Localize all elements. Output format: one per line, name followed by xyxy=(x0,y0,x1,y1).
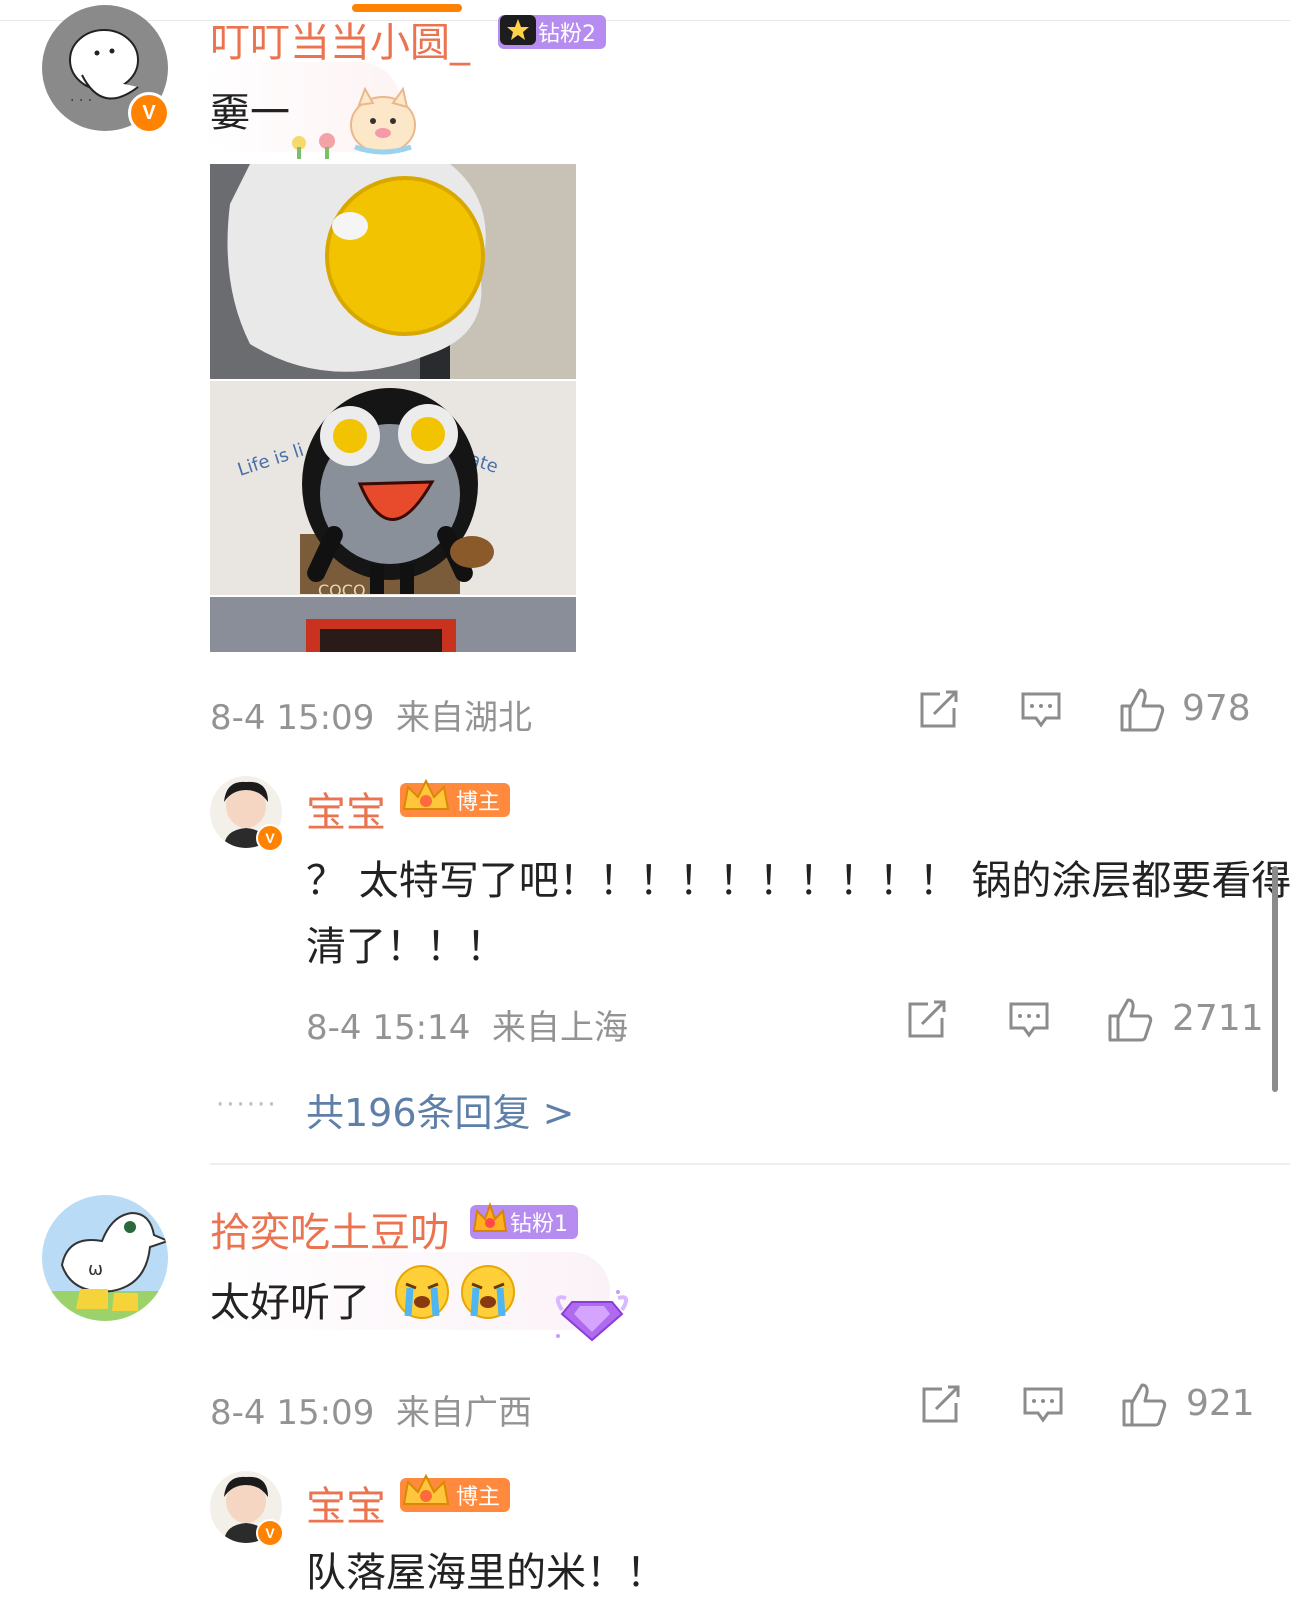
cat-sticker-icon xyxy=(292,86,416,159)
fan-badge: 钻粉1 xyxy=(470,1202,578,1239)
reply-username[interactable]: 宝宝 xyxy=(306,1474,386,1532)
svg-text:ω: ω xyxy=(88,1259,103,1280)
view-replies-link[interactable]: 共196条回复 > xyxy=(306,1082,574,1137)
location: 来自广西 xyxy=(395,1393,532,1433)
comment-icon[interactable] xyxy=(1008,1000,1050,1040)
blogger-badge: 博主 xyxy=(400,778,511,817)
like-icon[interactable] xyxy=(1118,686,1166,732)
crying-face-icon xyxy=(395,1265,449,1319)
comment-text: 太好听了 xyxy=(210,1280,370,1326)
location: 来自湖北 xyxy=(395,698,532,738)
timestamp: 8-4 15:14 xyxy=(306,1008,471,1048)
like-icon[interactable] xyxy=(1106,996,1154,1042)
diamond-icon xyxy=(555,1290,629,1342)
crying-face-icon xyxy=(461,1265,515,1319)
verified-icon: V xyxy=(128,92,170,134)
avatar[interactable]: ω xyxy=(42,1195,168,1321)
comment-time: 8-4 15:09 来自广西 xyxy=(210,1385,532,1434)
location: 来自上海 xyxy=(491,1008,628,1048)
reply-time: 8-4 15:14 来自上海 xyxy=(306,1000,628,1049)
crown-icon xyxy=(402,1473,450,1505)
share-icon[interactable] xyxy=(906,1000,948,1040)
comment-divider xyxy=(210,1163,1290,1165)
timestamp: 8-4 15:09 xyxy=(210,698,375,738)
verified-icon: V xyxy=(256,824,284,852)
comment-text: 嫑一 xyxy=(210,90,290,136)
reply-username[interactable]: 宝宝 xyxy=(306,780,386,838)
comment-image[interactable]: Life is li ate COCO xyxy=(210,164,576,652)
fan-badge: 钻粉2 xyxy=(498,15,606,49)
username[interactable]: 叮叮当当小圆_ xyxy=(210,10,470,68)
reply-text-line1: ？ 太特写了吧！！！！！！！！！！ 锅的涂层都要看得 xyxy=(306,858,1290,904)
reply-text-line2: 清了！！！ xyxy=(306,924,506,970)
like-count: 921 xyxy=(1186,1383,1255,1424)
reply-text-partial: 队落屋海里的米！！ xyxy=(306,1550,666,1596)
scrollbar[interactable] xyxy=(1272,866,1278,1092)
like-icon[interactable] xyxy=(1120,1381,1168,1427)
badge-label: 钻粉2 xyxy=(538,22,596,47)
top-divider xyxy=(0,20,1290,21)
blogger-badge: 博主 xyxy=(400,1473,511,1512)
crown-icon xyxy=(402,778,450,810)
comment-icon[interactable] xyxy=(1020,690,1062,730)
share-icon[interactable] xyxy=(918,690,960,730)
badge-label: 博主 xyxy=(456,1485,501,1510)
badge-label: 钻粉1 xyxy=(510,1212,568,1237)
badge-label: 博主 xyxy=(456,790,501,815)
svg-text:· · ·: · · · xyxy=(70,93,92,109)
comment-time: 8-4 15:09 来自湖北 xyxy=(210,690,532,739)
timestamp: 8-4 15:09 xyxy=(210,1393,375,1433)
verified-icon: V xyxy=(256,1519,284,1547)
thread-dots: ······ xyxy=(216,1090,278,1120)
crown-icon xyxy=(472,1202,508,1232)
share-icon[interactable] xyxy=(920,1385,962,1425)
username[interactable]: 拾奕吃土豆叻 xyxy=(210,1200,450,1258)
like-count: 978 xyxy=(1182,688,1251,729)
crown-icon xyxy=(500,15,536,45)
like-count: 2711 xyxy=(1172,998,1264,1039)
comment-icon[interactable] xyxy=(1022,1385,1064,1425)
